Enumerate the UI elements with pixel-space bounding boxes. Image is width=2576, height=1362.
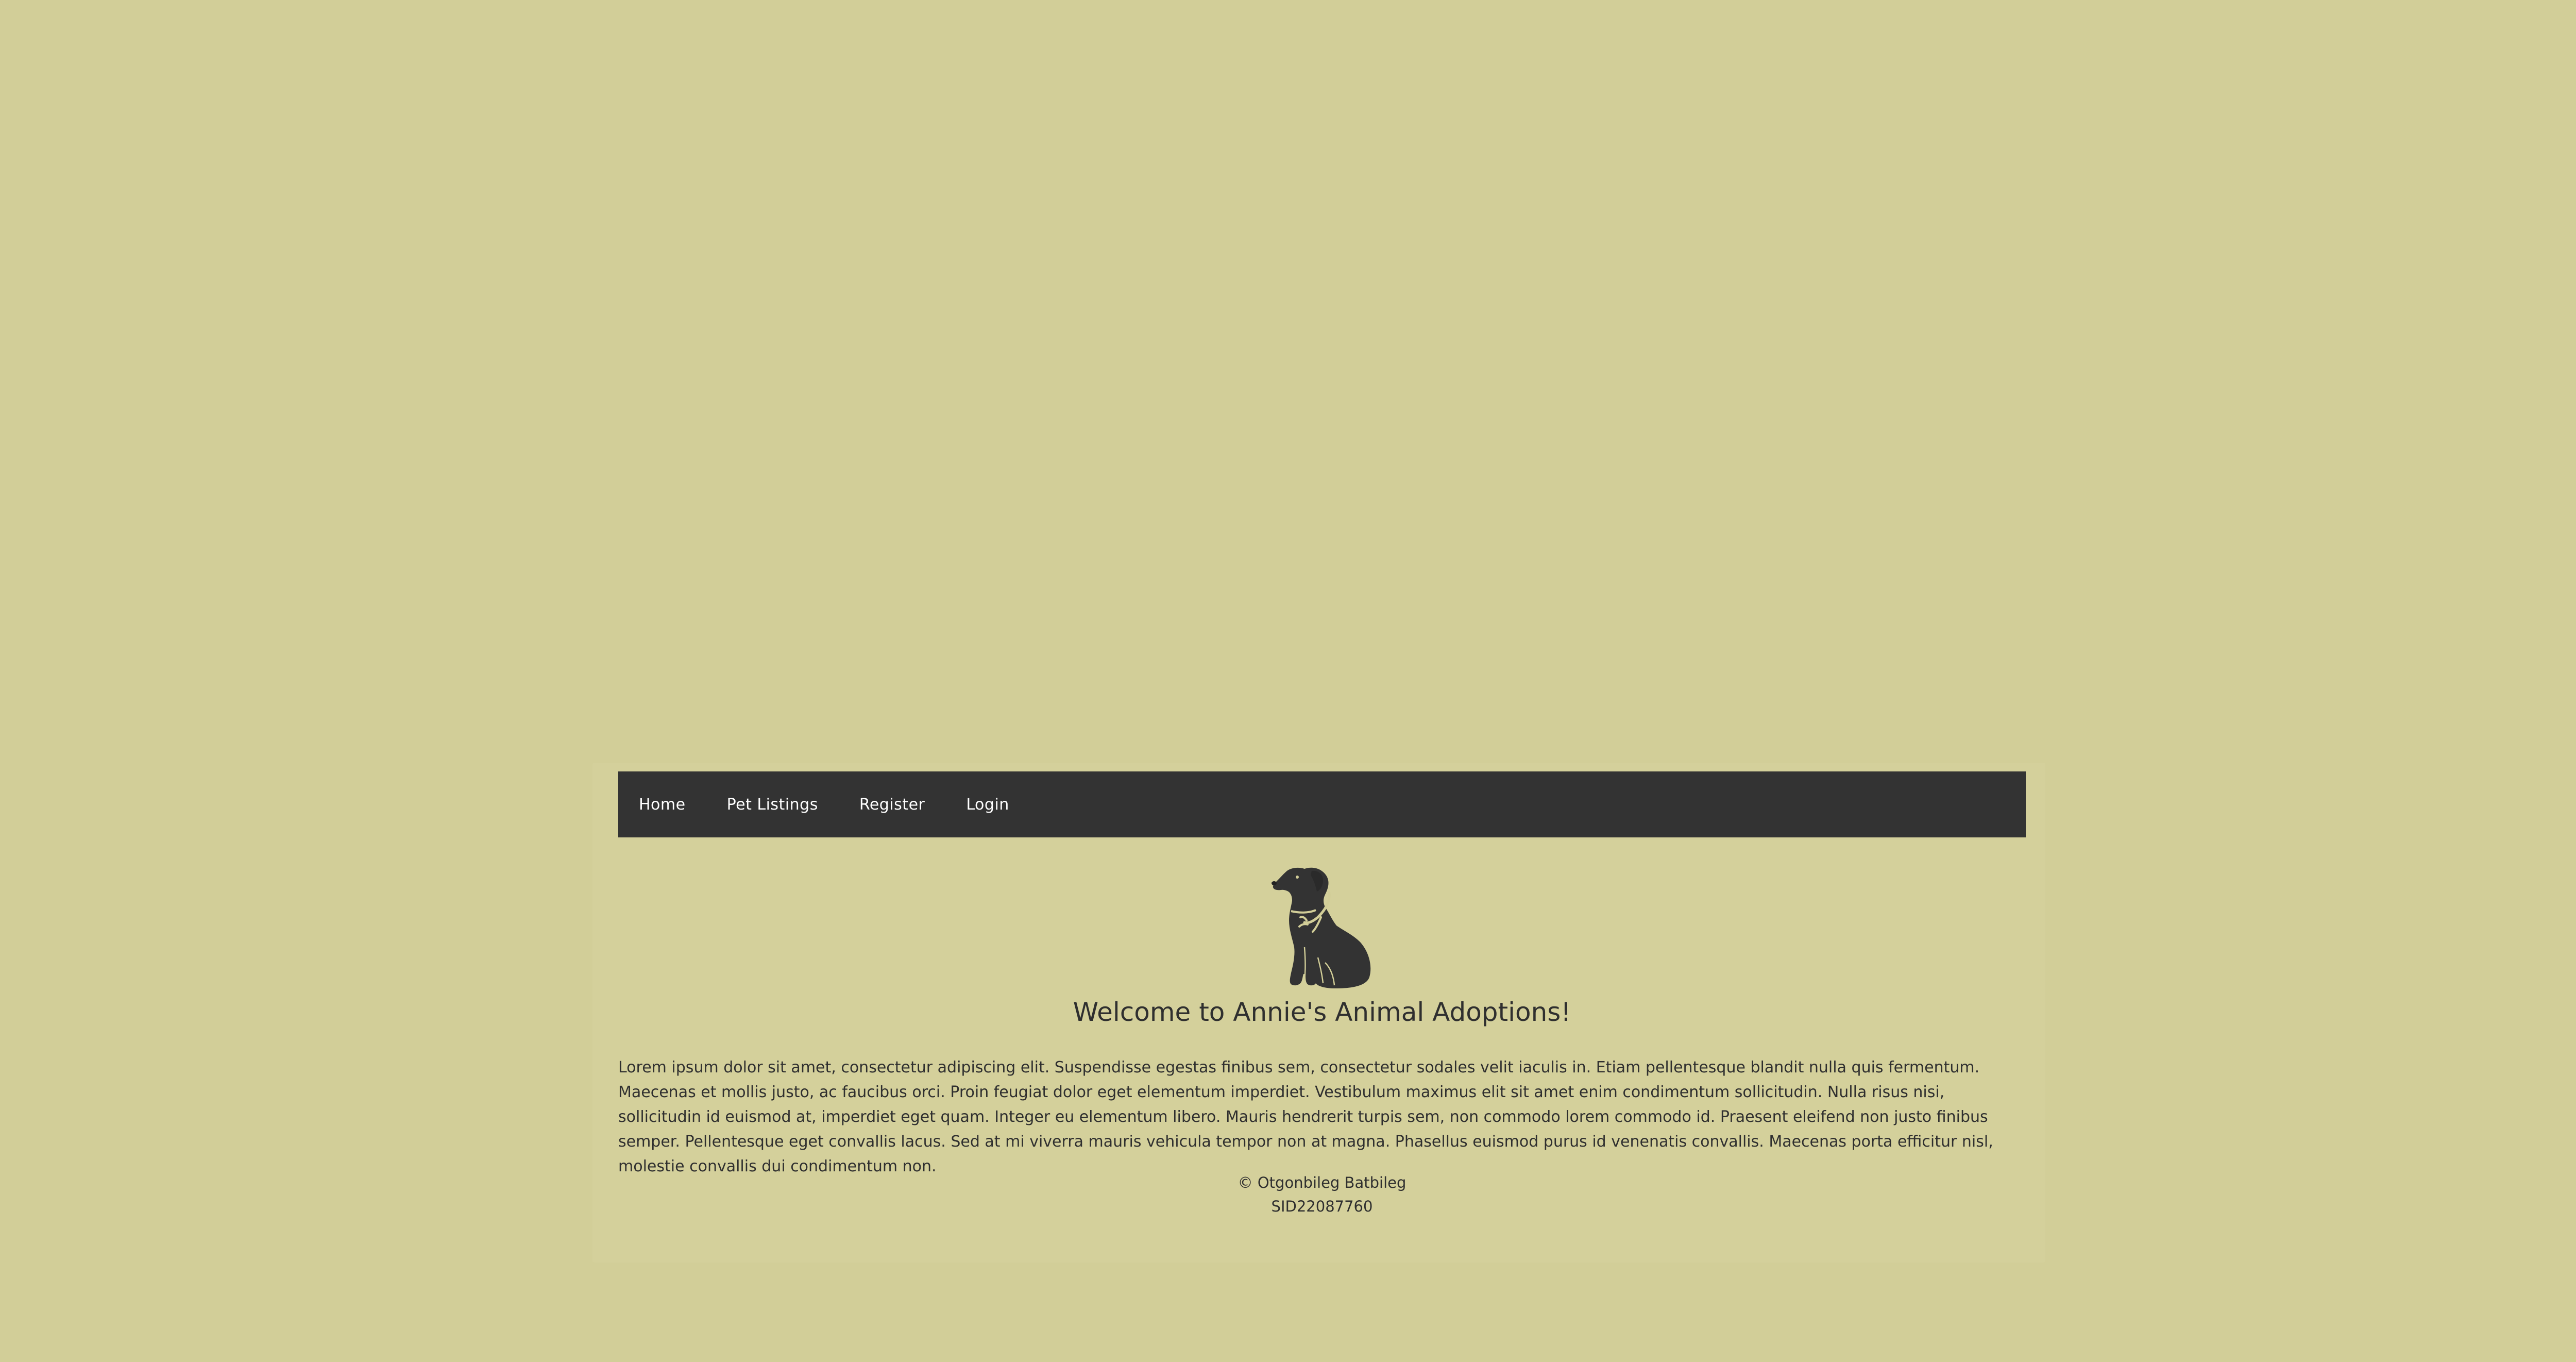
- page-title: Welcome to Annie's Animal Adoptions!: [1073, 997, 1571, 1027]
- footer-copyright: © Otgonbileg Batbileg: [1238, 1174, 1406, 1191]
- nav-register-link[interactable]: Register: [859, 796, 925, 814]
- navbar: Home Pet Listings Register Login: [618, 771, 2026, 837]
- nav-login-link[interactable]: Login: [966, 796, 1009, 814]
- page: Home Pet Listings Register Login Welcome…: [0, 0, 2576, 1362]
- dog-logo-icon: [1272, 867, 1371, 988]
- intro-paragraph: Lorem ipsum dolor sit amet, consectetur …: [618, 1058, 1993, 1175]
- footer-student-id: SID22087760: [1271, 1198, 1373, 1215]
- nav-pet-listings-link[interactable]: Pet Listings: [727, 796, 818, 814]
- nav-home-link[interactable]: Home: [639, 796, 686, 814]
- footer: © Otgonbileg Batbileg SID22087760: [618, 1171, 2026, 1218]
